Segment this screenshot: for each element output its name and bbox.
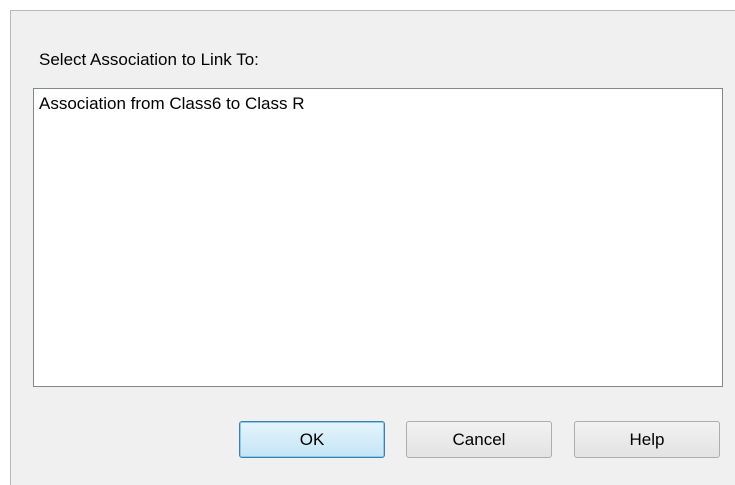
dialog-frame-left-edge	[10, 10, 11, 485]
cancel-button[interactable]: Cancel	[406, 421, 552, 458]
help-button[interactable]: Help	[574, 421, 720, 458]
association-listbox[interactable]: Association from Class6 to Class R	[33, 88, 723, 387]
ok-button[interactable]: OK	[239, 421, 385, 458]
backdrop-left	[0, 0, 10, 485]
prompt-label: Select Association to Link To:	[39, 50, 259, 69]
select-association-dialog: Select Association to Link To: Associati…	[0, 0, 735, 485]
list-item[interactable]: Association from Class6 to Class R	[39, 94, 304, 114]
dialog-frame-top-edge	[10, 10, 735, 11]
backdrop-top	[0, 0, 735, 10]
